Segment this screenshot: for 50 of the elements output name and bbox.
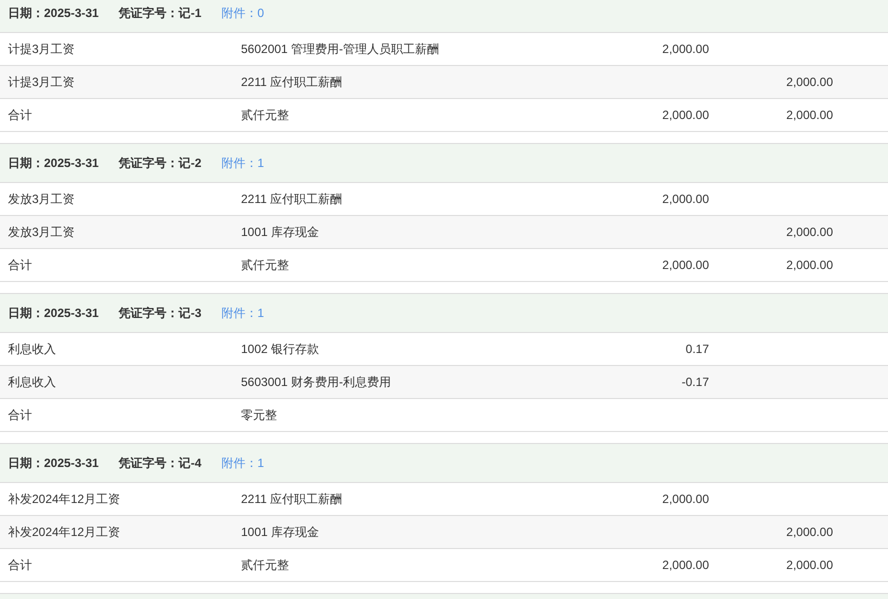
debit-total: 2,000.00 bbox=[662, 108, 709, 122]
voucher-number: 凭证字号：记-3 bbox=[118, 304, 202, 322]
voucher-date: 日期：2025-3-31 bbox=[8, 454, 99, 472]
voucher-number: 凭证字号：记-4 bbox=[118, 454, 202, 472]
total-label: 合计 bbox=[7, 406, 33, 424]
account-cell-text: 5603001 财务费用-利息费用 bbox=[241, 374, 392, 390]
amount-in-words: 贰仟元整 bbox=[241, 106, 290, 124]
account-cell-text: 1001 库存现金 bbox=[241, 524, 320, 540]
debit-cell: 0.17 bbox=[686, 342, 709, 356]
summary-cell-text: 计提3月工资 bbox=[7, 74, 76, 90]
voucher-number: 凭证字号：记-2 bbox=[118, 154, 202, 172]
attachments-link[interactable]: 附件：0 bbox=[221, 4, 264, 22]
attachments-link[interactable]: 附件：1 bbox=[221, 154, 264, 172]
amount-in-words: 贰仟元整 bbox=[241, 256, 290, 274]
total-label: 合计 bbox=[7, 106, 33, 124]
summary-cell-text: 补发2024年12月工资 bbox=[7, 490, 122, 508]
summary-cell-text: 发放3月工资 bbox=[7, 224, 76, 240]
summary-cell-text: 利息收入 bbox=[7, 340, 57, 358]
voucher-number: 凭证字号：记-1 bbox=[118, 4, 202, 22]
amount-in-words: 零元整 bbox=[241, 406, 278, 424]
account-cell-text: 1002 银行存款 bbox=[241, 340, 320, 358]
debit-total: 2,000.00 bbox=[662, 558, 709, 572]
voucher-date: 日期：2025-3-31 bbox=[8, 304, 99, 322]
credit-cell: 2,000.00 bbox=[786, 225, 833, 239]
debit-cell: -0.17 bbox=[682, 375, 709, 389]
voucher-date: 日期：2025-3-31 bbox=[8, 154, 99, 172]
credit-cell: 2,000.00 bbox=[786, 75, 833, 89]
account-cell-text: 2211 应付职工薪酬 bbox=[241, 74, 344, 90]
amount-in-words: 贰仟元整 bbox=[241, 556, 290, 574]
debit-cell: 2,000.00 bbox=[662, 492, 709, 506]
summary-cell-text: 计提3月工资 bbox=[7, 40, 76, 58]
credit-cell: 2,000.00 bbox=[786, 525, 833, 539]
credit-total: 2,000.00 bbox=[786, 258, 833, 272]
total-label: 合计 bbox=[7, 256, 33, 274]
credit-total: 2,000.00 bbox=[786, 108, 833, 122]
account-cell-text: 2211 应付职工薪酬 bbox=[241, 490, 344, 508]
debit-cell: 2,000.00 bbox=[662, 192, 709, 206]
total-label: 合计 bbox=[7, 556, 33, 574]
summary-cell-text: 补发2024年12月工资 bbox=[7, 524, 122, 540]
summary-cell-text: 发放3月工资 bbox=[7, 190, 76, 208]
debit-cell: 2,000.00 bbox=[662, 42, 709, 56]
account-cell-text: 1001 库存现金 bbox=[241, 224, 320, 240]
summary-cell-text: 利息收入 bbox=[7, 374, 57, 390]
attachments-link[interactable]: 附件：1 bbox=[221, 454, 264, 472]
account-cell-text: 2211 应付职工薪酬 bbox=[241, 190, 344, 208]
voucher-date: 日期：2025-3-31 bbox=[8, 4, 99, 22]
credit-total: 2,000.00 bbox=[786, 558, 833, 572]
debit-total: 2,000.00 bbox=[662, 258, 709, 272]
account-cell-text: 5602001 管理费用-管理人员职工薪酬 bbox=[241, 40, 440, 58]
attachments-link[interactable]: 附件：1 bbox=[221, 304, 264, 322]
